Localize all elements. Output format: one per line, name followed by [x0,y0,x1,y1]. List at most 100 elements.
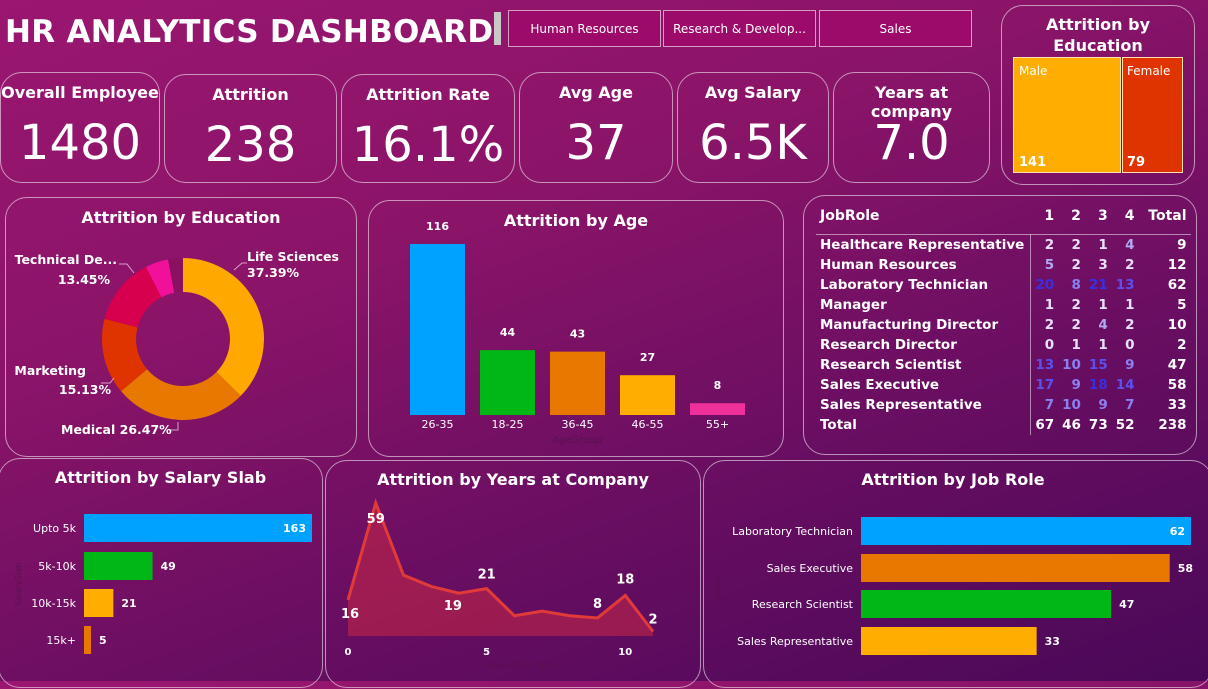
treemap-male[interactable]: Male 141 [1013,57,1121,173]
y-tick-label: 10k-15k [31,597,76,610]
table-row: Sales Executive 17 9 18 14 58 [816,375,1191,395]
table-cell: 18 [1088,377,1108,393]
years-area-chart: 16 59 19 21 8 18 2 0 5 10 YearsAtCompany [341,498,658,671]
table-cell: 10 [1062,397,1081,413]
y-tick-label: Laboratory Technician [732,525,853,538]
table-row: Healthcare Representative 2 2 1 4 9 [816,234,1191,255]
age-bar [620,375,675,415]
table-cell: 2 [1058,234,1085,255]
treemap-value: 79 [1127,155,1146,170]
kpi-value: 16.1% [351,117,505,173]
table-total-cell: Total [816,415,1032,435]
table-cell: Research Director [816,335,1032,355]
data-label: 43 [570,328,585,341]
table-cell: Manufacturing Director [816,315,1032,335]
table-total-cell: 52 [1115,417,1135,433]
table-cell: Laboratory Technician [816,275,1032,295]
table-row: Manager 1 2 1 1 5 [816,295,1191,315]
kpi-avg-salary: Avg Salary 6.5K [677,72,829,183]
kpi-label: Attrition [212,85,289,104]
kpi-avg-age: Avg Age 37 [519,72,673,183]
table-cell: 4 [1111,234,1139,255]
data-label: 47 [1119,598,1134,611]
table-row: Manufacturing Director 2 2 4 2 10 [816,315,1191,335]
kpi-value: 6.5K [699,115,807,171]
table-cell: 7 [1044,397,1055,413]
bar [84,514,312,542]
age-bar [690,403,745,415]
kpi-label: Attrition Rate [366,85,490,104]
table-cell: 13 [1115,277,1135,293]
kpi-value: 238 [204,117,297,173]
data-label: 18 [616,572,634,587]
y-axis-label: JobRole [713,571,722,602]
kpi-attrition: Attrition 238 [164,74,337,183]
tab-human-resources[interactable]: Human Resources [508,10,661,47]
table-cell: 1 [1098,297,1108,313]
kpi-overall-employee: Overall Employee 1480 [0,72,160,183]
table-cell: 62 [1167,277,1187,293]
age-bar-chart: 116 26-35 44 18-25 43 36-45 27 46-55 8 55+ AgeGrou… [410,220,745,446]
bar [861,554,1170,582]
table-cell: 2 [1125,317,1135,333]
data-label: 21 [478,568,496,583]
table-cell: Sales Executive [816,375,1032,395]
table-total-cell: 73 [1088,417,1108,433]
table-cell: 9 [1071,377,1081,393]
kpi-value: 37 [565,115,627,171]
data-label: 5 [99,634,107,647]
jobrole-bar-chart: Laboratory Technician 62 Sales Executive 58… [713,517,1193,655]
data-label: 163 [283,522,306,535]
table-cell: 2 [1044,317,1055,333]
table-header-row: JobRole 1 2 3 4 Total [816,206,1191,235]
data-label: 33 [1045,635,1060,648]
slice-value: 37.39% [247,265,300,280]
kpi-value: 7.0 [873,115,950,171]
x-tick-label: 46-55 [632,418,664,431]
table-cell: 5 [1177,297,1187,313]
x-tick-label: 55+ [706,418,729,431]
slice-label: Technical De... [15,252,117,267]
leader-line [119,263,135,274]
table-row: Research Director 0 1 1 0 2 [816,335,1191,355]
table-cell: 2 [1177,337,1187,353]
table-cell: 47 [1167,357,1187,373]
table-cell: 4 [1098,317,1108,333]
y-tick-label: 15k+ [46,634,76,647]
table-cell: 12 [1167,257,1187,273]
table-cell: 1 [1084,234,1112,255]
tab-sales[interactable]: Sales [819,10,972,47]
table-cell: 1 [1125,297,1135,313]
leader-line [233,262,247,271]
gender-treemap-card: Attrition by Education Male 141 Female 7… [1001,5,1195,185]
years-chart-card: Attrition by Years at Company 16 59 19 21 8 1… [325,460,701,688]
tab-research-development[interactable]: Research & Develop... [663,10,816,47]
data-label: 8 [593,597,602,612]
data-label: 49 [161,560,176,573]
age-bar [550,351,605,415]
page-title: HR ANALYTICS DASHBOARD [5,14,494,50]
table-cell: Sales Representative [816,395,1032,415]
table-cell: 58 [1167,377,1187,393]
kpi-label: Avg Salary [704,83,802,102]
y-tick-label: Sales Executive [767,562,854,575]
column-header: 4 [1124,208,1135,224]
data-label: 59 [367,512,385,527]
table-cell: Human Resources [816,255,1032,275]
age-bar [480,350,535,415]
y-tick-label: Upto 5k [33,522,77,535]
table-cell: 2 [1125,257,1135,273]
table-row: Research Scientist 13 10 15 9 47 [816,355,1191,375]
bar [861,517,1191,545]
divider [494,12,501,45]
table-cell: 15 [1088,357,1108,373]
treemap-female[interactable]: Female 79 [1122,57,1183,173]
salary-chart-card: Attrition by Salary Slab Upto 5k 163 5k-10… [0,458,323,688]
age-chart-card: Attrition by Age 116 26-35 44 18-25 43 36-45 2… [368,200,784,457]
treemap-value: 141 [1019,155,1047,170]
table-cell: 13 [1035,357,1055,373]
slice-value: 15.13% [59,382,112,397]
table-cell: 9 [1125,357,1135,373]
table-cell: 1 [1098,337,1108,353]
table-cell: 10 [1167,317,1187,333]
